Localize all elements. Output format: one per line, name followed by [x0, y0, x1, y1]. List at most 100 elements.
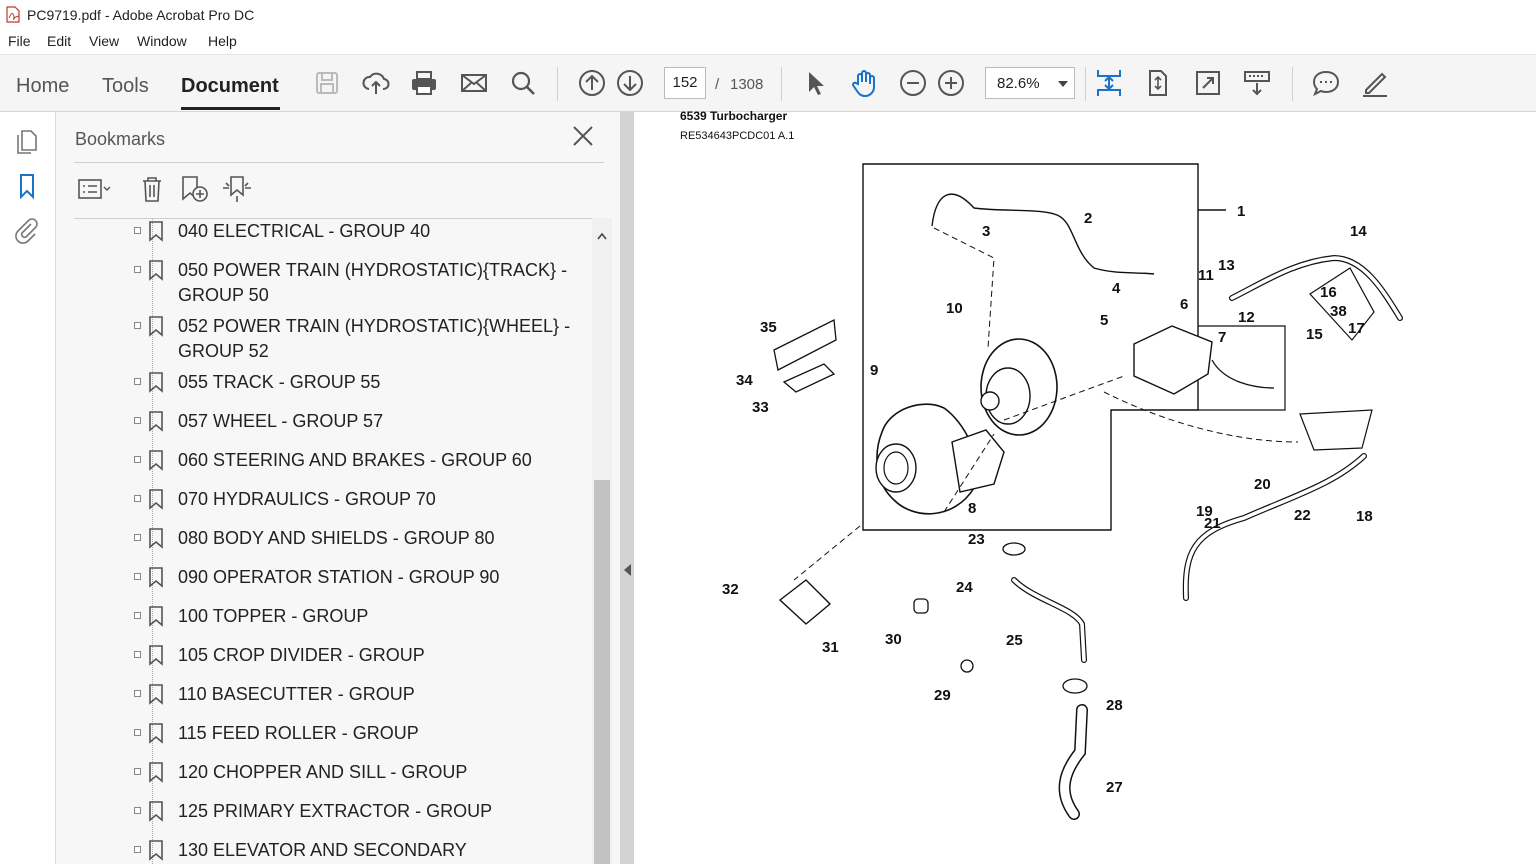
active-tab-indicator [181, 107, 280, 110]
options-icon[interactable] [77, 174, 111, 204]
callout-17: 17 [1348, 320, 1365, 337]
bookmark-icon [149, 606, 163, 627]
page-up-icon[interactable] [577, 68, 607, 98]
toolbar: Home Tools Document 152 / 1308 82.6% [0, 54, 1536, 112]
toolbar-separator [557, 67, 558, 101]
callout-35: 35 [760, 319, 777, 336]
menu-file[interactable]: File [8, 33, 31, 49]
expand-toggle[interactable] [134, 729, 141, 736]
callout-10: 10 [946, 300, 963, 317]
title-bar: PC9719.pdf - Adobe Acrobat Pro DC [0, 0, 1536, 30]
callout-32: 32 [722, 581, 739, 598]
bookmark-icon [149, 489, 163, 510]
expand-toggle[interactable] [134, 807, 141, 814]
menu-help[interactable]: Help [208, 33, 237, 49]
select-arrow-icon[interactable] [800, 68, 830, 98]
parts-diagram: 1 2 3 4 5 6 7 8 9 10 11 12 13 14 15 16 1… [722, 163, 1403, 820]
bookmark-label: 100 TOPPER - GROUP [178, 606, 369, 626]
expand-toggle[interactable] [134, 495, 141, 502]
email-icon[interactable] [459, 68, 489, 98]
zoom-out-icon[interactable] [898, 68, 928, 98]
toolbar-separator [1292, 67, 1293, 101]
navigation-rail [0, 112, 56, 864]
bookmark-icon [149, 723, 163, 744]
callout-27: 27 [1106, 779, 1123, 796]
expand-toggle[interactable] [134, 846, 141, 853]
scroll-mode-icon[interactable] [1094, 68, 1124, 98]
expand-toggle[interactable] [134, 573, 141, 580]
bookmark-label: 115 FEED ROLLER - GROUP [178, 723, 419, 743]
bookmark-icon [149, 645, 163, 666]
window-title: PC9719.pdf - Adobe Acrobat Pro DC [27, 7, 255, 23]
save-icon[interactable] [312, 68, 342, 98]
bookmark-icon [149, 450, 163, 471]
expand-toggle[interactable] [134, 227, 141, 234]
expand-toggle[interactable] [134, 690, 141, 697]
gasket [778, 579, 832, 625]
actuator-wire [1211, 359, 1275, 389]
chevron-up-icon[interactable] [597, 232, 607, 240]
diagram-frame [1198, 325, 1286, 411]
expand-toggle[interactable] [134, 534, 141, 541]
bracket [782, 363, 836, 393]
paperclip-icon[interactable] [13, 216, 41, 244]
menu-window[interactable]: Window [137, 33, 187, 49]
callout-3: 3 [982, 223, 990, 240]
document-view[interactable]: 6539 Turbocharger RE534643PCDC01 A.1 1 2… [634, 109, 1536, 864]
expand-toggle[interactable] [134, 651, 141, 658]
upload-icon[interactable] [361, 68, 391, 98]
bookmarks-panel: Bookmarks 040 ELECTRICAL - GROUP 40 050 P… [56, 112, 620, 864]
bookmark-label: 052 POWER TRAIN (HYDROSTATIC){WHEEL} - G… [178, 316, 571, 361]
bookmark-label: 057 WHEEL - GROUP 57 [178, 411, 384, 431]
expand-toggle[interactable] [134, 612, 141, 619]
bookmark-icon[interactable] [13, 172, 41, 200]
expand-toggle[interactable] [134, 417, 141, 424]
tab-document[interactable]: Document [181, 75, 279, 98]
print-icon[interactable] [409, 68, 439, 98]
tagged-bookmark-icon[interactable] [220, 174, 254, 204]
callout-5: 5 [1100, 312, 1108, 329]
current-page-input[interactable]: 152 [664, 67, 706, 99]
pen-icon[interactable] [1360, 68, 1390, 98]
zoom-select[interactable]: 82.6% [985, 67, 1075, 99]
hub [980, 391, 1000, 411]
expand-toggle[interactable] [134, 456, 141, 463]
tab-home[interactable]: Home [16, 75, 69, 98]
heat-shield [773, 318, 837, 371]
bookmarks-scrollbar[interactable] [592, 218, 612, 864]
pages-icon[interactable] [13, 128, 41, 156]
bookmarks-title: Bookmarks [75, 129, 166, 149]
page-down-icon[interactable] [615, 68, 645, 98]
callout-25: 25 [1006, 632, 1023, 649]
fitting [913, 598, 929, 614]
panel-splitter[interactable] [620, 112, 634, 864]
callout-38: 38 [1330, 303, 1347, 320]
callout-15: 15 [1306, 326, 1323, 343]
bookmark-label: 105 CROP DIVIDER - GROUP [178, 645, 425, 665]
search-icon[interactable] [508, 68, 538, 98]
bookmark-icon [149, 684, 163, 705]
callout-22: 22 [1294, 507, 1311, 524]
scrollbar-thumb[interactable] [594, 480, 610, 864]
gasket [1002, 542, 1026, 556]
expand-toggle[interactable] [134, 266, 141, 273]
expand-toggle[interactable] [134, 768, 141, 775]
comment-icon[interactable] [1311, 68, 1341, 98]
toolbar-separator [781, 67, 782, 101]
menu-bar: File Edit View Window Help [0, 30, 1536, 54]
bookmark-label: 090 OPERATOR STATION - GROUP 90 [178, 567, 500, 587]
collapse-arrow-icon[interactable] [624, 564, 631, 576]
expand-toggle[interactable] [134, 322, 141, 329]
close-icon[interactable] [572, 125, 594, 147]
expand-toggle[interactable] [134, 378, 141, 385]
hand-icon[interactable] [849, 68, 879, 98]
menu-edit[interactable]: Edit [47, 33, 71, 49]
delete-icon[interactable] [135, 174, 169, 204]
menu-view[interactable]: View [89, 33, 119, 49]
zoom-in-icon[interactable] [936, 68, 966, 98]
full-screen-icon[interactable] [1193, 68, 1223, 98]
read-mode-icon[interactable] [1242, 68, 1272, 98]
tab-tools[interactable]: Tools [102, 75, 149, 98]
add-bookmark-icon[interactable] [178, 174, 212, 204]
fit-page-icon[interactable] [1143, 68, 1173, 98]
